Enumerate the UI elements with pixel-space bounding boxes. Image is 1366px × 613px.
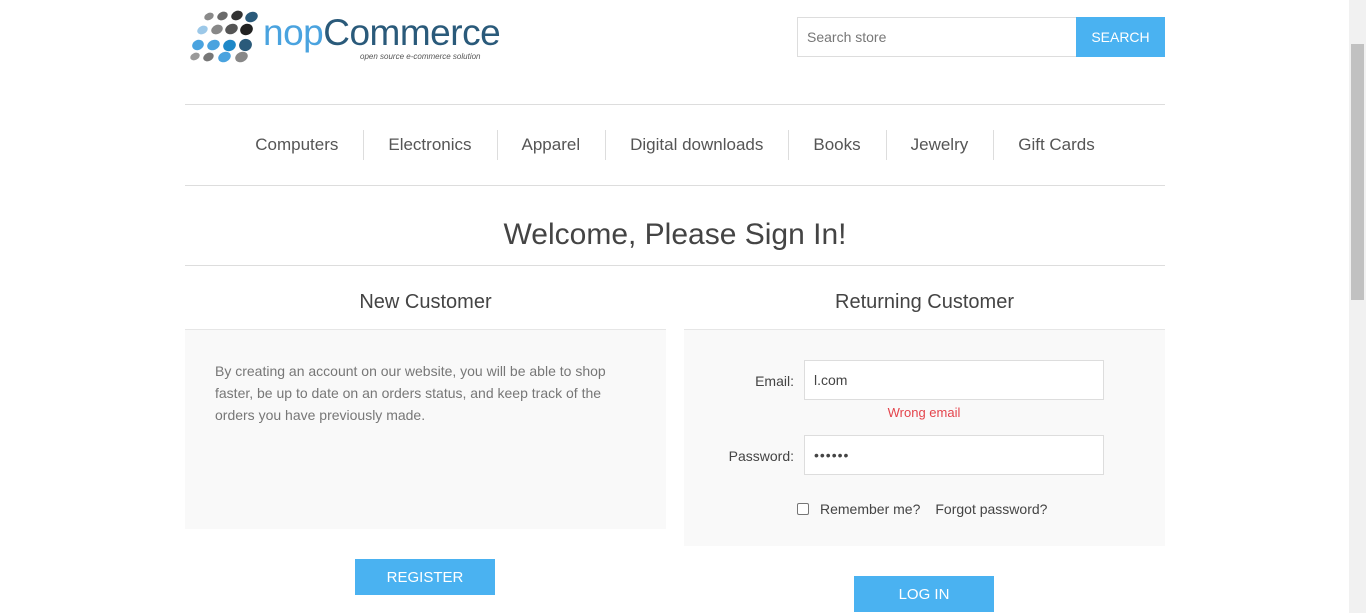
search-input[interactable] <box>797 17 1077 57</box>
remember-me-label[interactable]: Remember me? <box>820 501 920 517</box>
scrollbar-thumb[interactable] <box>1351 44 1364 300</box>
remember-me-checkbox[interactable] <box>797 503 809 515</box>
menu-item-computers[interactable]: Computers <box>230 130 363 160</box>
register-button[interactable]: REGISTER <box>355 559 495 595</box>
top-menu: Computers Electronics Apparel Digital do… <box>185 104 1165 186</box>
page-master: nopCommerce open source e-commerce solut… <box>185 0 1165 613</box>
menu-item-jewelry[interactable]: Jewelry <box>885 130 994 160</box>
password-field[interactable] <box>804 435 1104 475</box>
menu-item-apparel[interactable]: Apparel <box>496 130 606 160</box>
page-scrollbar[interactable] <box>1349 0 1366 613</box>
search-box: SEARCH <box>797 17 1165 57</box>
menu-item-gift-cards[interactable]: Gift Cards <box>993 130 1120 160</box>
remember-row: Remember me? Forgot password? <box>797 501 1047 517</box>
login-form: Email: Wrong email Password: Remember me… <box>684 330 1165 546</box>
login-button[interactable]: LOG IN <box>854 576 994 612</box>
logo-dots-icon <box>188 8 260 65</box>
logo-brand-prefix: nop <box>263 12 324 53</box>
menu-item-digital-downloads[interactable]: Digital downloads <box>605 130 788 160</box>
logo-tagline: open source e-commerce solution <box>360 52 481 61</box>
search-button[interactable]: SEARCH <box>1076 17 1165 57</box>
returning-customer-heading: Returning Customer <box>684 266 1165 330</box>
email-label: Email: <box>755 373 794 389</box>
returning-customer-block: Returning Customer Email: Wrong email Pa… <box>684 266 1165 612</box>
forgot-password-link[interactable]: Forgot password? <box>935 501 1047 517</box>
page-title: Welcome, Please Sign In! <box>185 218 1165 266</box>
store-logo[interactable]: nopCommerce open source e-commerce solut… <box>188 8 501 65</box>
new-customer-panel: By creating an account on our website, y… <box>185 330 666 529</box>
menu-item-books[interactable]: Books <box>788 130 885 160</box>
email-field[interactable] <box>804 360 1104 400</box>
email-error: Wrong email <box>887 405 961 420</box>
logo-wordmark: nopCommerce <box>263 12 501 54</box>
password-label: Password: <box>728 448 794 464</box>
new-customer-heading: New Customer <box>185 266 666 330</box>
new-customer-text: By creating an account on our website, y… <box>215 363 606 423</box>
new-customer-block: New Customer By creating an account on o… <box>185 266 666 595</box>
menu-item-electronics[interactable]: Electronics <box>363 130 496 160</box>
logo-brand-suffix: Commerce <box>323 12 501 53</box>
